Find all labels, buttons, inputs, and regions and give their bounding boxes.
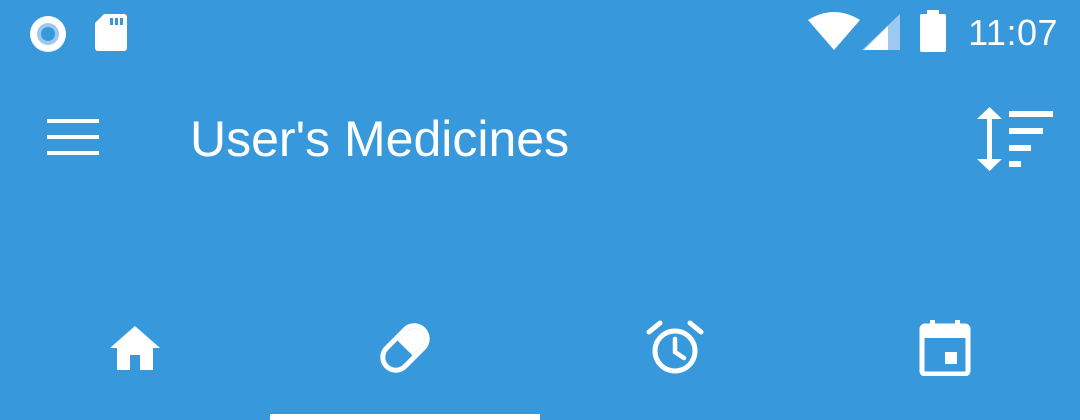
- tab-medicines[interactable]: [270, 276, 540, 420]
- sort-icon: [977, 107, 1053, 171]
- tab-home[interactable]: [0, 276, 270, 420]
- sort-button[interactable]: [972, 94, 1062, 184]
- home-icon: [110, 326, 160, 370]
- clock-time: 11:07: [968, 12, 1058, 53]
- app-screen: 11:07 User's Medicines: [0, 0, 1080, 420]
- app-toolbar: User's Medicines: [0, 66, 1080, 210]
- cell-signal-icon: [862, 14, 900, 50]
- alarm-icon: [646, 320, 704, 374]
- sd-card-icon: [95, 14, 127, 51]
- status-bar: 11:07: [0, 0, 1080, 66]
- pill-icon: [380, 323, 430, 373]
- page-title: User's Medicines: [190, 111, 570, 167]
- menu-icon: [47, 119, 99, 155]
- tab-calendar[interactable]: [810, 276, 1080, 420]
- selected-tab-indicator: [270, 414, 540, 420]
- battery-icon: [920, 10, 946, 52]
- wifi-icon: [808, 12, 860, 50]
- menu-button[interactable]: [30, 96, 116, 178]
- calendar-icon: [919, 320, 971, 376]
- bottom-tab-bar: [0, 276, 1080, 420]
- tab-reminders[interactable]: [540, 276, 810, 420]
- circle-notification-icon: [30, 16, 66, 52]
